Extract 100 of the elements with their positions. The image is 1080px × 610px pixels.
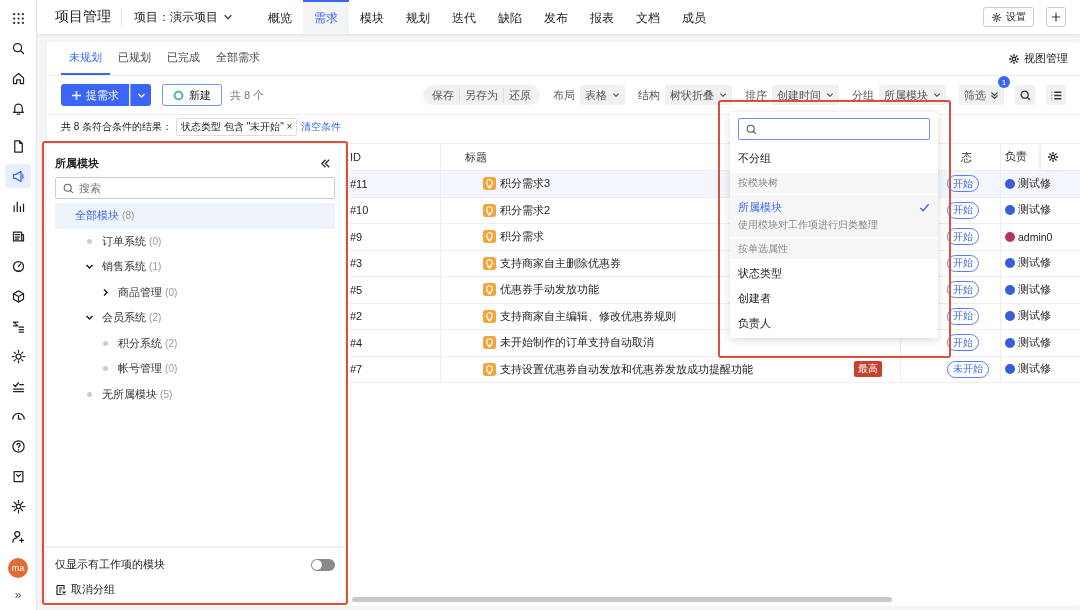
tree-item[interactable]: 全部模块 (8)	[55, 203, 335, 229]
lightbulb-icon	[483, 256, 496, 270]
tree-item[interactable]: 帐号管理 (0)	[55, 356, 335, 382]
lightbulb-icon	[483, 309, 496, 323]
panel-title: 所属模块	[55, 156, 99, 171]
chevron-icon	[719, 91, 727, 99]
table-cell: 测试修	[1018, 309, 1051, 324]
view-action-button[interactable]: 保存	[427, 87, 459, 103]
cancel-group-button[interactable]: 取消分组	[55, 582, 115, 597]
selector-label: 布局	[553, 87, 575, 103]
ring-icon	[173, 89, 184, 101]
column-settings-button[interactable]	[1041, 144, 1065, 170]
bell-icon	[10, 100, 26, 116]
megaphone-icon	[10, 168, 26, 184]
tree-item[interactable]: 会员系统 (2)	[55, 305, 335, 331]
grid-icon	[10, 10, 26, 26]
menu-search-field[interactable]	[738, 118, 930, 140]
remove-filter-button[interactable]: ×	[286, 121, 293, 132]
toggle-label: 仅显示有工作项的模块	[55, 557, 165, 572]
table-cell: 测试修	[1018, 256, 1051, 271]
search-box[interactable]: 搜索	[55, 177, 335, 199]
menu-item[interactable]: 所属模块 使用模块对工作项进行归类整理	[730, 195, 938, 237]
table-cell: 支持商家自主删除优惠券	[500, 255, 621, 271]
view-action-button[interactable]: 还原	[503, 87, 536, 103]
column-header[interactable]: 负责	[1001, 144, 1041, 170]
table-cell: 积分需求2	[500, 202, 551, 218]
scrollbar[interactable]	[352, 597, 892, 602]
view-tab[interactable]: 未规划	[61, 42, 110, 75]
tree-item[interactable]: 商品管理 (0)	[55, 279, 335, 305]
bullet-icon	[87, 391, 92, 397]
bullet-icon	[87, 238, 92, 244]
new-button[interactable]: 新建	[162, 84, 222, 106]
tree-item[interactable]: 销售系统 (1)	[55, 254, 335, 280]
collapse-icon[interactable]	[320, 158, 331, 169]
view-manage-button[interactable]: 视图管理	[1008, 42, 1068, 75]
table-cell: 测试修	[1018, 176, 1051, 191]
selector-dropdown[interactable]: 树状折叠	[665, 85, 732, 105]
table-cell: 测试修	[1018, 282, 1051, 297]
nav-tab[interactable]: 概览	[257, 0, 303, 34]
plus-icon	[71, 89, 82, 101]
add-button[interactable]	[1046, 7, 1066, 27]
table-cell: 支持设置优惠券自动发放和优惠券发放成功提醒功能	[500, 361, 753, 377]
table-cell: #11	[350, 177, 368, 190]
chevron-icon	[933, 91, 941, 99]
lightbulb-icon	[483, 336, 496, 350]
table-row[interactable]: #7 支持设置优惠券自动发放和优惠券发放成功提醒功能 最高 未开始 测试修	[346, 356, 1080, 383]
expand-button[interactable]: »	[14, 588, 22, 602]
inbox-icon	[10, 468, 26, 484]
table-cell: admin0	[1018, 230, 1053, 243]
create-requirement-button[interactable]: 提需求	[61, 84, 129, 106]
table-cell: 测试修	[1018, 362, 1051, 377]
nav-tab[interactable]: 文档	[625, 0, 671, 34]
selector-dropdown[interactable]: 表格	[580, 85, 625, 105]
lightbulb-icon	[483, 203, 496, 217]
bullet-icon	[103, 366, 108, 372]
nav-tab[interactable]: 发布	[533, 0, 579, 34]
clear-filter-link[interactable]: 清空条件	[301, 120, 342, 134]
toggle-switch[interactable]	[311, 558, 335, 571]
table-cell: #3	[350, 257, 363, 270]
result-summary: 共 8 条符合条件的结果：	[61, 120, 173, 134]
table-cell: 未开始制作的订单支持自动取消	[500, 335, 654, 351]
sun-icon	[10, 348, 26, 364]
table-cell: 支持商家自主编辑、修改优惠券规则	[500, 308, 676, 324]
tree-item[interactable]: 订单系统 (0)	[55, 228, 335, 254]
selector-dropdown[interactable]: 所属模块	[879, 85, 946, 105]
search-button[interactable]	[1015, 85, 1035, 105]
nav-tab[interactable]: 报表	[579, 0, 625, 34]
list-view-button[interactable]	[1046, 85, 1066, 105]
module-search-field[interactable]: 搜索	[79, 180, 328, 196]
nav-tab[interactable]: 规划	[395, 0, 441, 34]
table-cell: #2	[350, 310, 363, 323]
table-cell: #7	[350, 363, 363, 376]
lightbulb-icon	[483, 283, 496, 297]
nav-tab[interactable]: 成员	[671, 0, 717, 34]
selector-label: 分组	[852, 87, 874, 103]
view-tab[interactable]: 已规划	[110, 42, 159, 75]
search-icon	[62, 181, 75, 195]
project-selector[interactable]: 项目：演示项目	[134, 8, 233, 26]
table-cell: #4	[350, 336, 363, 349]
filter-button[interactable]: 筛选	[959, 85, 1004, 105]
view-tab[interactable]: 已完成	[159, 42, 208, 75]
tree-item[interactable]: 积分系统 (2)	[55, 330, 335, 356]
dropdown-button[interactable]	[130, 84, 151, 106]
selector-dropdown[interactable]: 创建时间	[772, 85, 839, 105]
view-action-button[interactable]: 另存为	[459, 87, 503, 103]
view-tab[interactable]: 全部需求	[208, 42, 268, 75]
filter-count-badge: 1	[998, 76, 1010, 88]
megaphone-nav-button[interactable]	[5, 164, 31, 188]
nav-tab[interactable]: 需求	[303, 0, 349, 34]
column-header[interactable]: ID	[346, 144, 441, 170]
plus-icon	[1051, 12, 1061, 22]
home-icon	[10, 70, 26, 86]
chevron-icon	[223, 12, 233, 22]
settings-button[interactable]: 设置	[983, 7, 1034, 27]
nav-tab[interactable]: 迭代	[441, 0, 487, 34]
tree-item[interactable]: 无所属模块 (5)	[55, 381, 335, 407]
checkmark-icon	[919, 202, 930, 213]
nav-tab[interactable]: 缺陷	[487, 0, 533, 34]
nav-tab[interactable]: 模块	[349, 0, 395, 34]
bullet-icon	[103, 340, 108, 346]
